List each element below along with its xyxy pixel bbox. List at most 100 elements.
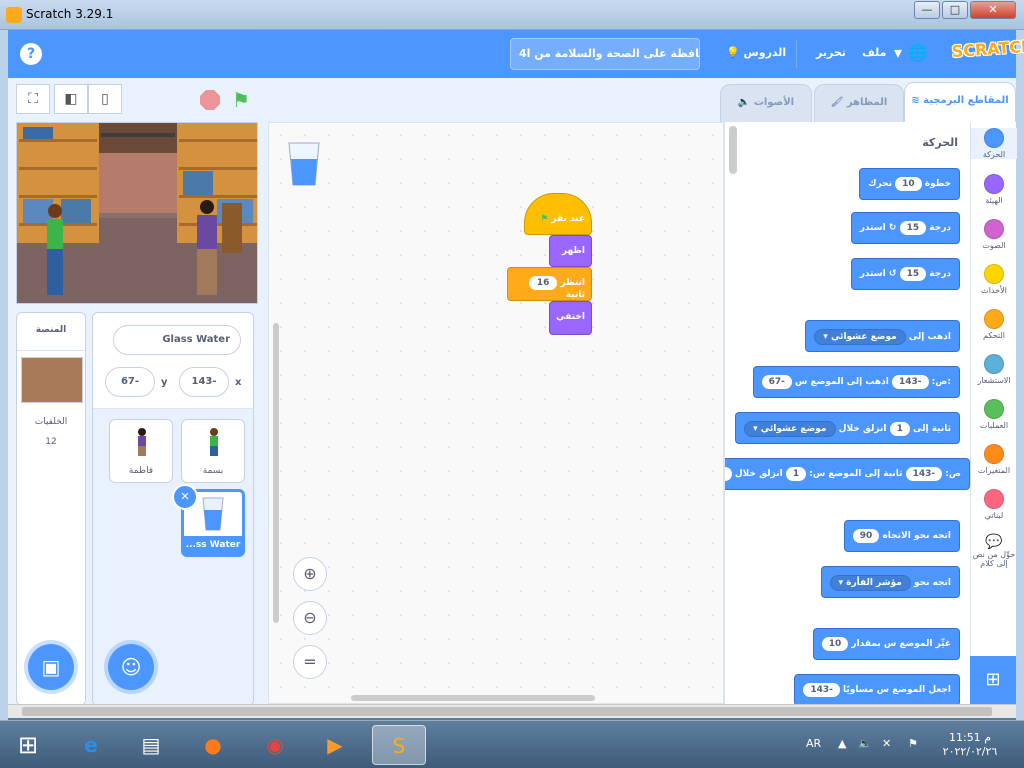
direction-input[interactable]: 90	[852, 529, 880, 543]
category-text-to-speech[interactable]: 💬 حوِّل من نص إلى كلام	[971, 534, 1017, 568]
scratch-logo[interactable]: SCRATCH	[951, 36, 1024, 70]
towards-dropdown[interactable]: ▾ مؤشر الفأرة	[829, 575, 911, 591]
choose-backdrop-icon[interactable]: ▣	[28, 644, 74, 690]
palette-scrollbar[interactable]	[729, 126, 737, 174]
glide-y-input[interactable]: 67	[725, 467, 732, 481]
category-control[interactable]: التحكم	[971, 309, 1017, 340]
green-flag-icon[interactable]: ⚑	[232, 88, 250, 112]
tutorials-menu[interactable]: 💡 الدروس	[726, 46, 786, 59]
steps-input[interactable]: 10	[895, 177, 922, 191]
help-button[interactable]: ?	[20, 43, 42, 65]
change-x-input[interactable]: 10	[821, 637, 849, 651]
language-indicator[interactable]: AR	[806, 737, 821, 750]
chrome-icon[interactable]: ◉	[248, 725, 302, 765]
category-sound[interactable]: الصوت	[971, 219, 1017, 250]
category-events[interactable]: الأحداث	[971, 264, 1017, 295]
glide-x-input[interactable]: 143-	[905, 467, 943, 481]
minimize-button[interactable]: —	[914, 1, 940, 19]
main-editor: ⛶ ◧ ▯ ⚑ المنصة الخلفيات 12 Glass Water x…	[8, 78, 1017, 706]
media-player-icon[interactable]: ▶	[308, 725, 362, 765]
sprite-name: ...ss Water	[184, 536, 242, 554]
action-center-icon[interactable]: ⚑	[908, 737, 918, 750]
network-icon[interactable]: ✕	[882, 737, 891, 750]
tab-sounds-label: الأصوات	[753, 97, 795, 108]
rotate-left-icon: ↺	[888, 269, 897, 279]
zoom-in-icon[interactable]: ⊕	[293, 557, 327, 591]
tab-code[interactable]: ≋ المقاطع البرمجية	[904, 82, 1016, 122]
wait-seconds-input[interactable]: 16	[528, 276, 558, 290]
hide-block[interactable]: اختفي	[549, 301, 592, 335]
close-button[interactable]: ✕	[970, 1, 1016, 19]
category-motion[interactable]: الحركة	[971, 128, 1017, 159]
turn-left-block[interactable]: درجة 15 ↺ استدر	[850, 258, 960, 290]
category-looks[interactable]: الهيئة	[971, 174, 1017, 205]
start-button-icon[interactable]: ⊞	[6, 725, 50, 765]
goto-xy-block[interactable]: 67- ص: 143- اذهب إلى الموضع س:	[752, 366, 960, 398]
when-flag-clicked-block[interactable]: ⚑ عند نقر	[524, 193, 592, 235]
sprite-thumbnail[interactable]: بسمة	[181, 419, 245, 483]
sprite-thumbnail[interactable]: فاطمة	[109, 419, 173, 483]
system-clock[interactable]: 11:51 م ٢٠٢٢/٠٢/٢٦	[940, 731, 1000, 759]
goto-y-input[interactable]: 67-	[761, 375, 792, 389]
point-towards-block[interactable]: ▾ مؤشر الفأرة اتجه نحو	[820, 566, 960, 598]
goto-x-input[interactable]: 143-	[892, 375, 929, 389]
turn-right-block[interactable]: درجة 15 ↻ استدر	[850, 212, 960, 244]
block-text: انزلق خلال	[734, 469, 783, 479]
sprite-name-input[interactable]: Glass Water	[113, 325, 241, 355]
workspace-hscrollbar[interactable]	[351, 695, 595, 701]
delete-sprite-icon[interactable]: ✕	[172, 484, 198, 510]
internet-explorer-icon[interactable]: e	[64, 725, 118, 765]
category-variables[interactable]: المتغيرات	[971, 444, 1017, 475]
show-hidden-icons-icon[interactable]: ▲	[838, 737, 846, 750]
glide-seconds-input[interactable]: 1	[785, 467, 807, 481]
glide-xy-block[interactable]: 67 ص: 143- ثانية إلى الموضع س: 1 انزلق خ…	[725, 458, 970, 490]
scratch-taskbar-icon[interactable]: S	[372, 725, 426, 765]
y-position-input[interactable]: 67-	[105, 367, 155, 397]
maximize-button[interactable]: □	[942, 1, 968, 19]
globe-icon[interactable]: ▾ 🌐	[894, 43, 928, 62]
window-hscrollbar[interactable]	[8, 704, 1016, 718]
wait-block[interactable]: انتظر 16 ثانية	[507, 267, 592, 301]
fullscreen-icon[interactable]: ⛶	[16, 84, 50, 114]
category-my-blocks[interactable]: لبناتي	[971, 489, 1017, 520]
category-dot-icon	[984, 174, 1004, 194]
goto-target-dropdown[interactable]: ▾ موضع عشوائي	[814, 329, 906, 345]
block-palette[interactable]: الحركة خطوة 10 تحرك درجة 15 ↻ استدر درجة…	[724, 122, 970, 704]
set-x-block[interactable]: 143- اجعل الموضع س مساويًا	[794, 674, 960, 704]
tab-costumes[interactable]: 🖌 المظاهر	[814, 84, 904, 122]
add-extension-icon[interactable]: ⊞	[970, 656, 1016, 704]
file-explorer-icon[interactable]: ▤	[124, 725, 178, 765]
workspace-vscrollbar[interactable]	[273, 323, 279, 623]
script-workspace[interactable]: ⚑ عند نقر اظهر انتظر 16 ثانية اختفي ⊕ ⊖ …	[268, 122, 724, 704]
file-menu[interactable]: ملف	[862, 46, 886, 59]
move-steps-block[interactable]: خطوة 10 تحرك	[859, 168, 960, 200]
zoom-reset-icon[interactable]: =	[293, 645, 327, 679]
stop-icon[interactable]	[200, 90, 220, 110]
firefox-icon[interactable]: ●	[186, 725, 240, 765]
scrollbar-thumb[interactable]	[22, 707, 992, 716]
glide-seconds-input[interactable]: 1	[889, 422, 910, 436]
goto-random-block[interactable]: ▾ موضع عشوائي اذهب إلى	[805, 320, 960, 352]
set-x-input[interactable]: 143-	[803, 683, 840, 697]
tab-sounds[interactable]: 🔈 الأصوات	[720, 84, 812, 122]
small-stage-icon[interactable]: ◧	[54, 84, 88, 114]
show-block[interactable]: اظهر	[549, 235, 592, 267]
category-label: لبناتي	[984, 511, 1004, 520]
category-sensing[interactable]: الاستشعار	[971, 354, 1017, 385]
volume-icon[interactable]: 🔈	[858, 737, 872, 750]
sprite-figure-icon	[210, 428, 218, 456]
category-operators[interactable]: العمليات	[971, 399, 1017, 430]
x-position-input[interactable]: 143-	[179, 367, 229, 397]
zoom-out-icon[interactable]: ⊖	[293, 601, 327, 635]
glide-target-dropdown[interactable]: ▾ موضع عشوائي	[744, 421, 836, 437]
stage-canvas[interactable]	[16, 122, 258, 304]
degrees-input[interactable]: 15	[899, 267, 927, 281]
large-stage-icon[interactable]: ▯	[88, 84, 122, 114]
project-title-input[interactable]: 4المحافظة على الصحة والسلامة من ا...	[510, 38, 700, 70]
degrees-input[interactable]: 15	[899, 221, 927, 235]
edit-menu[interactable]: تحرير	[816, 46, 846, 59]
glide-random-block[interactable]: ▾ موضع عشوائي ثانية إلى 1 انزلق خلال	[735, 412, 960, 444]
point-direction-block[interactable]: 90 اتجه نحو الاتجاه	[843, 520, 960, 552]
choose-sprite-icon[interactable]: ☺	[108, 644, 154, 690]
change-x-block[interactable]: 10 غيِّر الموضع س بمقدار	[812, 628, 960, 660]
